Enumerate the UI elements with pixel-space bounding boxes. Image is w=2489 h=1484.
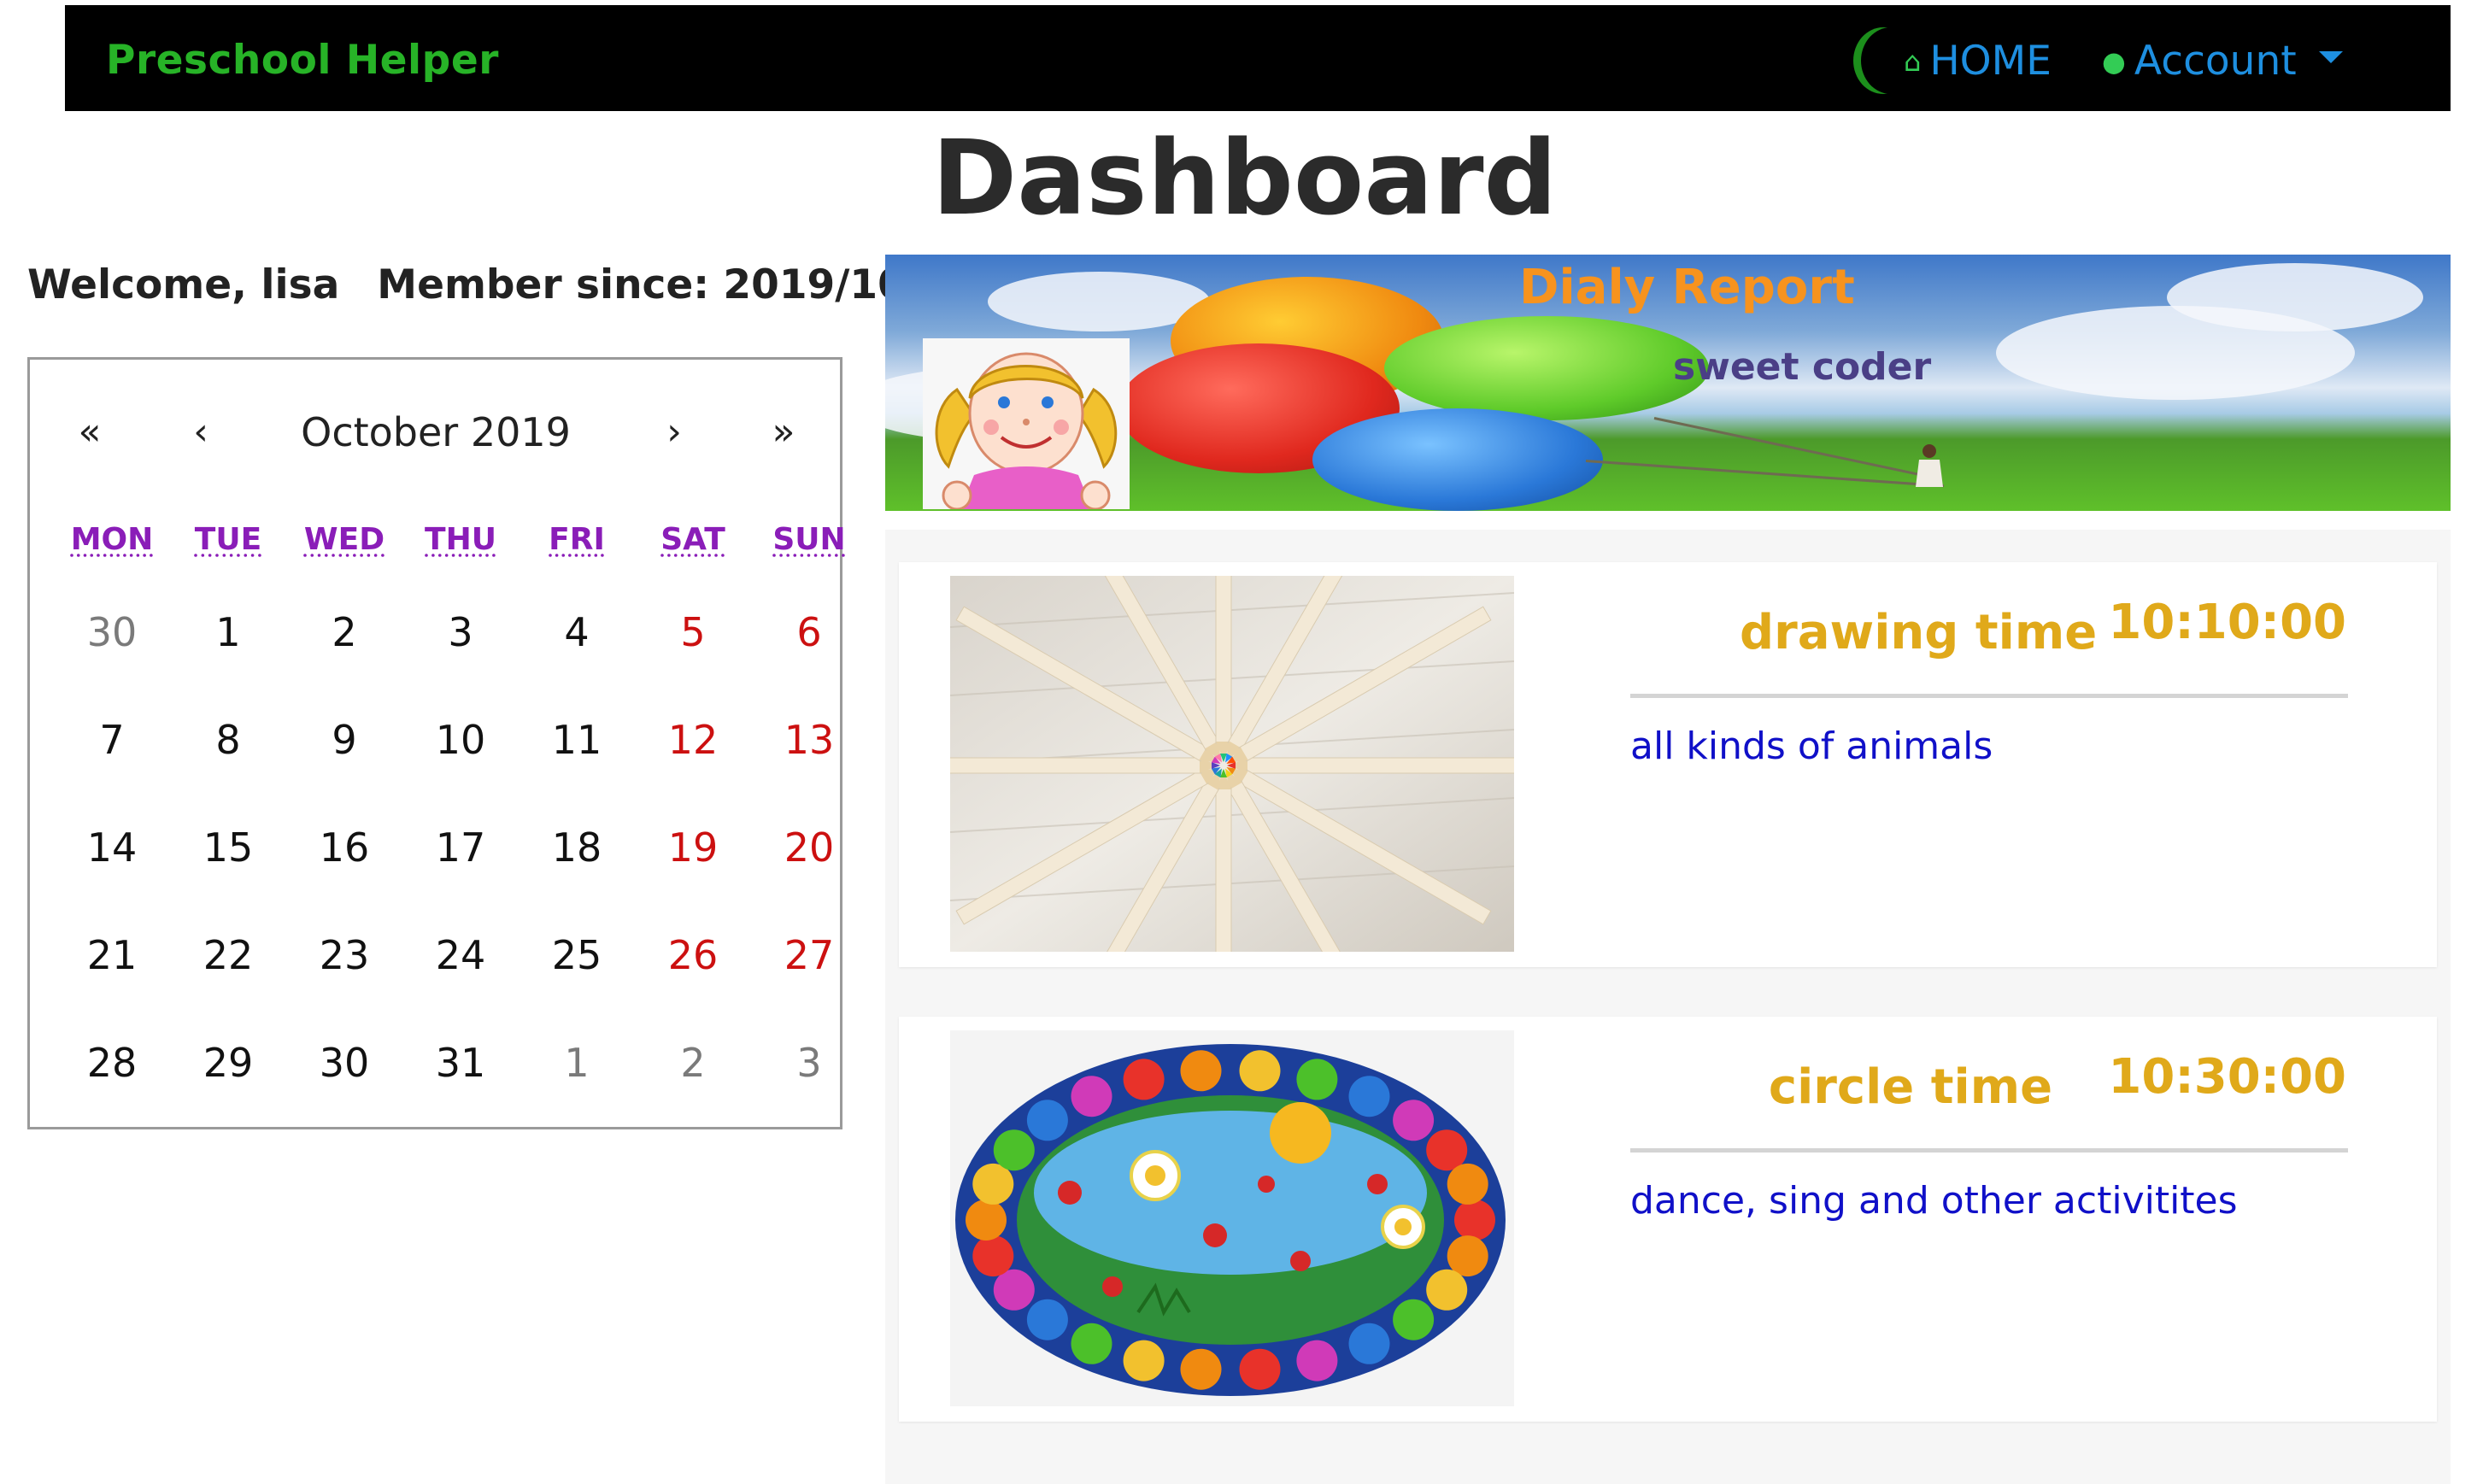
calendar-day[interactable]: 8 bbox=[170, 686, 286, 794]
calendar-day[interactable]: 2 bbox=[635, 1009, 751, 1117]
divider bbox=[1630, 1148, 2348, 1153]
caret-down-icon bbox=[2318, 50, 2343, 63]
calendar-day[interactable]: 30 bbox=[286, 1009, 402, 1117]
calendar-day[interactable]: 3 bbox=[751, 1009, 867, 1117]
calendar-day[interactable]: 5 bbox=[635, 578, 751, 686]
calendar-day[interactable]: 29 bbox=[170, 1009, 286, 1117]
weekday-header-wed: WED bbox=[303, 522, 385, 557]
daily-report-banner: Dialy Report sweet coder bbox=[885, 255, 2451, 511]
activity-title: circle time bbox=[1768, 1059, 2053, 1115]
prev-year-button[interactable]: « bbox=[56, 394, 124, 471]
weekday-header-mon: MON bbox=[70, 522, 154, 557]
home-icon: ⌂ bbox=[1904, 44, 1922, 78]
divider bbox=[1630, 694, 2348, 698]
calendar-day[interactable]: 25 bbox=[519, 901, 635, 1009]
calendar-widget: « ‹ October 2019 › » MON TUE WED THU FRI SAT S… bbox=[27, 357, 846, 1129]
calendar-day[interactable]: 13 bbox=[751, 686, 867, 794]
calendar-weekday-row: MON TUE WED THU FRI SAT SUN bbox=[54, 522, 871, 573]
calendar-day[interactable]: 28 bbox=[54, 1009, 170, 1117]
activity-card: drawing time 10:10:00 all kinds of anima… bbox=[899, 562, 2437, 967]
calendar-day[interactable]: 21 bbox=[54, 901, 170, 1009]
activity-time: 10:10:00 bbox=[2108, 595, 2346, 650]
calendar-day[interactable]: 20 bbox=[751, 794, 867, 901]
activity-title: drawing time bbox=[1740, 605, 2098, 660]
weekday-header-thu: THU bbox=[425, 522, 496, 557]
calendar-day[interactable]: 27 bbox=[751, 901, 867, 1009]
balloon-green-icon bbox=[1384, 316, 1709, 420]
calendar-month-label[interactable]: October 2019 bbox=[201, 394, 671, 471]
calendar-day[interactable]: 1 bbox=[170, 578, 286, 686]
activity-description: dance, sing and other activitites bbox=[1630, 1179, 2238, 1223]
top-navbar: Preschool Helper ⌂ HOME ● Account bbox=[65, 5, 2451, 111]
calendar-day[interactable]: 17 bbox=[402, 794, 519, 901]
activity-card: circle time 10:30:00 dance, sing and oth… bbox=[899, 1017, 2437, 1422]
calendar-day[interactable]: 19 bbox=[635, 794, 751, 901]
weekday-header-fri: FRI bbox=[549, 522, 605, 557]
welcome-text: Welcome, lisa bbox=[27, 261, 340, 308]
brand-logo[interactable]: Preschool Helper bbox=[106, 5, 499, 111]
weekday-header-tue: TUE bbox=[194, 522, 262, 557]
calendar-day[interactable]: 4 bbox=[519, 578, 635, 686]
calendar-navigation: « ‹ October 2019 › » bbox=[30, 394, 840, 471]
activity-time: 10:30:00 bbox=[2108, 1049, 2346, 1105]
colored-pencils-photo bbox=[950, 576, 1514, 952]
banner-subtitle: sweet coder bbox=[1673, 345, 1932, 389]
calendar-day[interactable]: 22 bbox=[170, 901, 286, 1009]
activity-list: drawing time 10:10:00 all kinds of anima… bbox=[885, 530, 2451, 1484]
nav-account-label: Account bbox=[2134, 38, 2297, 85]
calendar-day[interactable]: 15 bbox=[170, 794, 286, 901]
calendar-day[interactable]: 30 bbox=[54, 578, 170, 686]
calendar-day[interactable]: 26 bbox=[635, 901, 751, 1009]
calendar-day[interactable]: 16 bbox=[286, 794, 402, 901]
activity-description: all kinds of animals bbox=[1630, 724, 1993, 768]
calendar-day[interactable]: 6 bbox=[751, 578, 867, 686]
calendar-day[interactable]: 23 bbox=[286, 901, 402, 1009]
calendar-day[interactable]: 2 bbox=[286, 578, 402, 686]
weekday-header-sat: SAT bbox=[660, 522, 725, 557]
calendar-day[interactable]: 31 bbox=[402, 1009, 519, 1117]
calendar-day[interactable]: 24 bbox=[402, 901, 519, 1009]
calendar-day[interactable]: 3 bbox=[402, 578, 519, 686]
calendar-day[interactable]: 1 bbox=[519, 1009, 635, 1117]
nav-account-dropdown[interactable]: ● Account bbox=[2102, 5, 2343, 111]
balloon-blue-icon bbox=[1312, 408, 1603, 511]
calendar-day[interactable]: 12 bbox=[635, 686, 751, 794]
calendar-day[interactable]: 11 bbox=[519, 686, 635, 794]
nav-home-link[interactable]: ⌂ HOME bbox=[1904, 5, 2052, 111]
next-month-button[interactable]: › bbox=[640, 394, 708, 471]
calendar-day[interactable]: 10 bbox=[402, 686, 519, 794]
weekday-header-sun: SUN bbox=[772, 522, 846, 557]
girl-figure-icon bbox=[1916, 444, 1943, 487]
page-title: Dashboard bbox=[931, 120, 1558, 238]
welcome-line: Welcome, lisa Member since: 2019/10/09 bbox=[27, 261, 976, 308]
user-icon: ● bbox=[2102, 44, 2126, 78]
calendar-day[interactable]: 18 bbox=[519, 794, 635, 901]
calendar-day[interactable]: 7 bbox=[54, 686, 170, 794]
calendar-day[interactable]: 14 bbox=[54, 794, 170, 901]
next-year-button[interactable]: » bbox=[749, 394, 818, 471]
alphabet-rug-photo bbox=[950, 1030, 1514, 1406]
banner-title: Dialy Report bbox=[1519, 260, 1855, 315]
calendar-day[interactable]: 9 bbox=[286, 686, 402, 794]
child-avatar bbox=[923, 338, 1130, 511]
nav-home-label: HOME bbox=[1929, 38, 2052, 85]
